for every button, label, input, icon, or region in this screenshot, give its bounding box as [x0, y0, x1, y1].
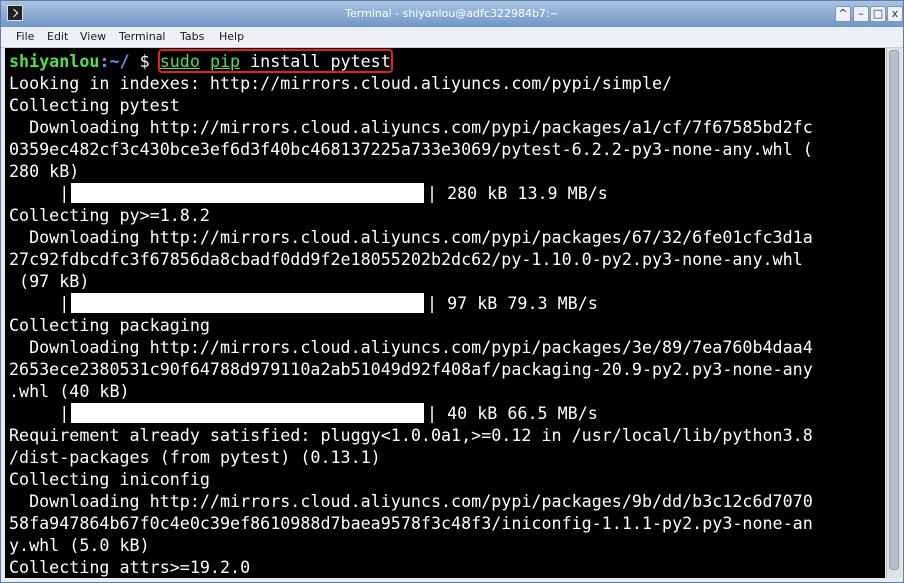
progress-text: | 97 kB 79.3 MB/s — [427, 293, 598, 313]
output-line: Downloading http://mirrors.cloud.aliyunc… — [9, 227, 813, 247]
output-line: 58fa947864b67f0c4e0c39ef8610988d7baea957… — [9, 513, 813, 533]
output-line: Collecting py>=1.8.2 — [9, 205, 210, 225]
output-line: .whl (40 kB) — [9, 381, 130, 401]
progress-left-edge: | — [9, 403, 70, 423]
output-line: (97 kB) — [9, 271, 90, 291]
menu-terminal[interactable]: Terminal — [119, 30, 166, 43]
progress-text: | 280 kB 13.9 MB/s — [427, 183, 608, 203]
cmd-args: install pytest — [240, 51, 391, 71]
menu-tabs[interactable]: Tabs — [180, 30, 204, 43]
scrollbar-thumb[interactable] — [889, 50, 899, 570]
vertical-scrollbar[interactable] — [886, 48, 902, 578]
output-line: Collecting iniconfig — [9, 469, 210, 489]
progress-bar-fill — [71, 403, 424, 423]
menu-edit[interactable]: Edit — [47, 30, 68, 43]
minimize-button[interactable]: – — [853, 6, 869, 22]
cmd-sudo: sudo — [159, 51, 200, 71]
output-line: 27c92fdbcdfc3f67856da8cbadf0dd9f2e180552… — [9, 249, 803, 269]
prompt-symbol: $ — [129, 51, 150, 71]
close-button[interactable]: x — [887, 6, 903, 22]
output-line: Downloading http://mirrors.cloud.aliyunc… — [9, 117, 813, 137]
output-line: 280 kB) — [9, 161, 80, 181]
progress-line: | — [9, 402, 69, 424]
output-line: 2653ece2380531c90f64788d979110a2ab51049d… — [9, 359, 813, 379]
output-line: Downloading http://mirrors.cloud.aliyunc… — [9, 337, 813, 357]
menu-bar: File Edit View Terminal Tabs Help — [1, 27, 903, 48]
progress-left-edge: | — [9, 183, 70, 203]
maximize-button[interactable]: □ — [870, 6, 886, 22]
progress-bar-fill — [71, 293, 424, 313]
menu-file[interactable]: File — [16, 30, 34, 43]
output-line: Looking in indexes: http://mirrors.cloud… — [9, 73, 673, 93]
output-line: Collecting attrs>=19.2.0 — [9, 557, 251, 577]
output-line: Collecting packaging — [9, 315, 210, 335]
output-line: Requirement already satisfied: pluggy<1.… — [9, 425, 813, 445]
prompt-user: shiyanlou — [9, 51, 100, 71]
progress-text: | 40 kB 66.5 MB/s — [427, 403, 598, 423]
window-title: Terminal - shiyanlou@adfc322984b7:~ — [345, 7, 559, 20]
output-line: Downloading http://mirrors.cloud.aliyunc… — [9, 491, 813, 511]
terminal-output[interactable]: shiyanlou:~/ $ sudo pip install pytest L… — [5, 48, 885, 578]
progress-bar-fill — [71, 183, 424, 203]
progress-line: | — [9, 182, 69, 204]
shade-button[interactable]: ^ — [835, 6, 851, 22]
progress-left-edge: | — [9, 293, 70, 313]
prompt-line: shiyanlou:~/ $ sudo pip install pytest — [9, 49, 393, 73]
output-line: y.whl (5.0 kB) — [9, 535, 150, 555]
highlighted-command: sudo pip install pytest — [157, 49, 393, 73]
output-line: Collecting pytest — [9, 95, 180, 115]
prompt-colon: : — [99, 51, 110, 71]
menu-help[interactable]: Help — [219, 30, 244, 43]
prompt-path: ~/ — [109, 51, 130, 71]
menu-view[interactable]: View — [80, 30, 106, 43]
title-bar[interactable]: Terminal - shiyanlou@adfc322984b7:~ ^ – … — [1, 1, 903, 28]
output-line: 0359ec482cf3c430bce3ef6d3f40bc468137225a… — [9, 139, 813, 159]
cmd-pip: pip — [209, 51, 241, 71]
progress-line: | — [9, 292, 69, 314]
terminal-window: Terminal - shiyanlou@adfc322984b7:~ ^ – … — [0, 0, 904, 583]
output-line: /dist-packages (from pytest) (0.13.1) — [9, 447, 381, 467]
